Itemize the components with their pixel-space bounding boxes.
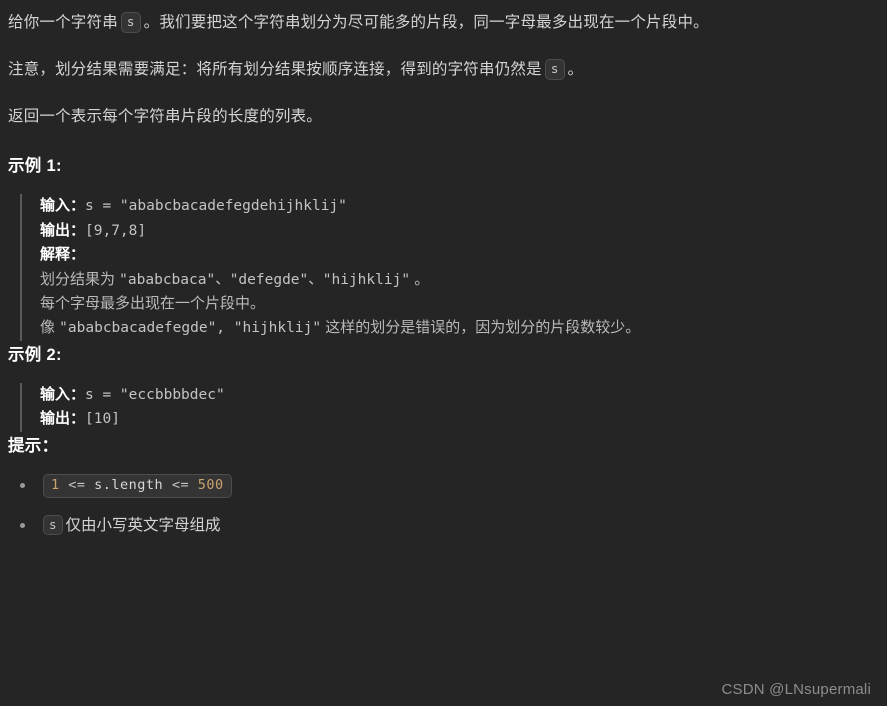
example-1-block: 输入：s = "ababcbacadefegdehijhklij" 输出：[9,… — [20, 194, 877, 341]
explain-text-after: 这样的划分是错误的，因为划分的片段数较少。 — [321, 319, 641, 337]
explain-code: "ababcbaca"、"defegde"、"hijhklij" — [119, 271, 411, 288]
example-1-input-line: 输入：s = "ababcbacadefegdehijhklij" — [40, 194, 877, 218]
intro-paragraph-2-before: 注意，划分结果需要满足：将所有划分结果按顺序连接，得到的字符串仍然是 — [8, 61, 542, 79]
example-1-explain-label-line: 解释： — [40, 243, 877, 267]
example-1-explain-line: 划分结果为 "ababcbaca"、"defegde"、"hijhklij" 。 — [40, 268, 877, 292]
example-2-input-label: 输入： — [40, 385, 86, 403]
explain-text-before: 划分结果为 — [40, 270, 120, 288]
hint-charset-text: 仅由小写英文字母组成 — [65, 516, 221, 534]
example-1-input-value: s = "ababcbacadefegdehijhklij" — [85, 198, 347, 215]
example-1-explain-label: 解释： — [40, 246, 86, 264]
hint-item-length-constraint: 1 <= s.length <= 500 — [8, 473, 877, 498]
example-2-input-line: 输入：s = "eccbbbbdec" — [40, 383, 877, 407]
example-1-heading: 示例 1: — [8, 157, 62, 176]
example-2-input-value: s = "eccbbbbdec" — [85, 386, 225, 403]
intro-paragraph-1-after: 。我们要把这个字符串划分为尽可能多的片段，同一字母最多出现在一个片段中。 — [143, 14, 709, 31]
example-2-heading: 示例 2: — [8, 345, 62, 364]
example-1-explain-line: 像 "ababcbacadefegde", "hijhklij" 这样的划分是错… — [40, 316, 877, 340]
intro-paragraph-1-before: 给你一个字符串 — [8, 14, 118, 31]
example-1-output-label: 输出： — [40, 221, 86, 239]
example-1-output-line: 输出：[9,7,8] — [40, 219, 877, 243]
example-1-explain-line: 每个字母最多出现在一个片段中。 — [40, 292, 877, 316]
bullet-icon — [20, 522, 25, 528]
csdn-watermark: CSDN @LNsupermali — [721, 681, 871, 698]
hints-heading: 提示： — [8, 436, 59, 455]
bullet-icon — [20, 482, 25, 488]
inline-code-chip-s: s — [544, 59, 565, 80]
token-identifier: s.length — [94, 476, 164, 493]
hint-code-chip: 1 <= s.length <= 500 — [43, 473, 232, 498]
token-min: 1 — [51, 476, 60, 493]
inline-code-chip-s: s — [43, 514, 63, 536]
hints-list: 1 <= s.length <= 500 s 仅由小写英文字母组成 — [8, 473, 877, 537]
token-max: 500 — [197, 476, 224, 493]
explain-text-before: 像 — [40, 319, 60, 337]
token-operator: <= — [163, 476, 198, 493]
explain-code: "ababcbacadefegde", "hijhklij" — [59, 320, 322, 337]
intro-paragraph-2: 注意，划分结果需要满足：将所有划分结果按顺序连接，得到的字符串仍然是 s。 — [8, 58, 877, 82]
hint-item-charset-constraint: s 仅由小写英文字母组成 — [8, 514, 877, 537]
problem-description-page: 给你一个字符串 s 。我们要把这个字符串划分为尽可能多的片段，同一字母最多出现在一个… — [0, 0, 887, 706]
example-2-output-label: 输出： — [40, 410, 86, 428]
explain-text-before: 每个字母最多出现在一个片段中。 — [40, 294, 266, 312]
intro-paragraph-3: 返回一个表示每个字符串片段的长度的列表。 — [8, 108, 323, 126]
intro-paragraph-1: 给你一个字符串 s 。我们要把这个字符串划分为尽可能多的片段，同一字母最多出现在一个… — [8, 11, 877, 35]
inline-code-chip-s: s — [120, 12, 141, 33]
intro-paragraph-2-after: 。 — [567, 61, 584, 79]
example-1-output-value: [9,7,8] — [85, 222, 147, 239]
example-2-output-line: 输出：[10] — [40, 407, 877, 431]
token-operator: <= — [59, 476, 95, 493]
example-2-block: 输入：s = "eccbbbbdec" 输出：[10] — [20, 382, 877, 432]
example-2-output-value: [10] — [85, 411, 120, 428]
example-1-input-label: 输入： — [40, 197, 86, 215]
explain-text-after: 。 — [410, 270, 430, 288]
